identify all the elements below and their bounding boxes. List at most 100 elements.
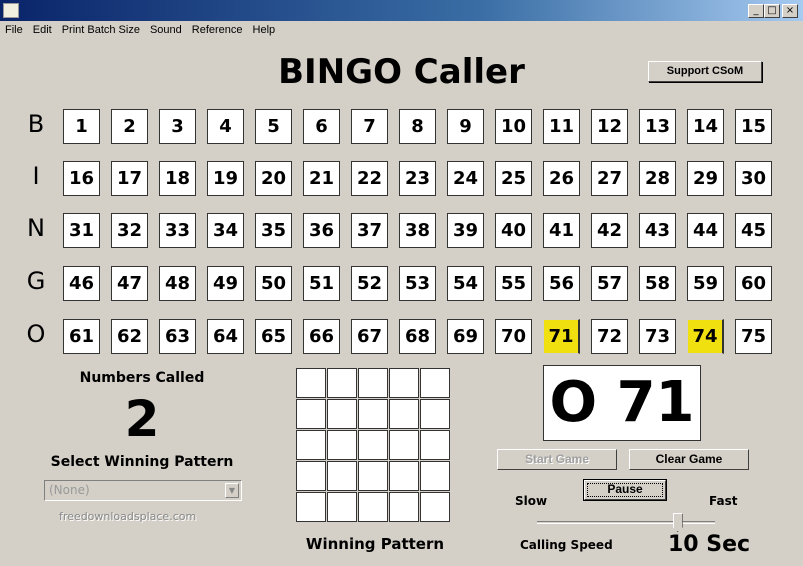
number-cell-67: 67 bbox=[351, 319, 388, 354]
number-cell-31: 31 bbox=[63, 213, 100, 248]
number-cell-52: 52 bbox=[351, 266, 388, 301]
number-cell-33: 33 bbox=[159, 213, 196, 248]
menu-reference[interactable]: Reference bbox=[187, 21, 248, 40]
pattern-cell[interactable] bbox=[420, 368, 450, 398]
number-cell-16: 16 bbox=[63, 161, 100, 196]
number-cell-59: 59 bbox=[687, 266, 724, 301]
letter-i: I bbox=[32, 162, 40, 190]
number-cell-70: 70 bbox=[495, 319, 532, 354]
number-cell-26: 26 bbox=[543, 161, 580, 196]
number-cell-10: 10 bbox=[495, 109, 532, 144]
pattern-cell[interactable] bbox=[296, 430, 326, 460]
number-cell-30: 30 bbox=[735, 161, 772, 196]
number-cell-20: 20 bbox=[255, 161, 292, 196]
number-cell-9: 9 bbox=[447, 109, 484, 144]
winning-pattern-label: Winning Pattern bbox=[305, 535, 445, 553]
number-cell-44: 44 bbox=[687, 213, 724, 248]
pattern-cell[interactable] bbox=[389, 430, 419, 460]
number-cell-13: 13 bbox=[639, 109, 676, 144]
minimize-button[interactable]: _ bbox=[748, 4, 764, 18]
pattern-cell[interactable] bbox=[296, 492, 326, 522]
pattern-cell[interactable] bbox=[358, 492, 388, 522]
number-cell-28: 28 bbox=[639, 161, 676, 196]
pattern-cell[interactable] bbox=[296, 399, 326, 429]
number-cell-29: 29 bbox=[687, 161, 724, 196]
number-cell-22: 22 bbox=[351, 161, 388, 196]
speed-value: 10 Sec bbox=[668, 532, 751, 557]
number-cell-8: 8 bbox=[399, 109, 436, 144]
pattern-cell[interactable] bbox=[358, 461, 388, 491]
pattern-cell[interactable] bbox=[327, 368, 357, 398]
pattern-cell[interactable] bbox=[358, 399, 388, 429]
number-cell-43: 43 bbox=[639, 213, 676, 248]
pattern-cell[interactable] bbox=[327, 399, 357, 429]
number-cell-53: 53 bbox=[399, 266, 436, 301]
pattern-cell[interactable] bbox=[327, 430, 357, 460]
watermark: freedownloadsplace.com bbox=[59, 510, 197, 523]
number-cell-46: 46 bbox=[63, 266, 100, 301]
number-cell-68: 68 bbox=[399, 319, 436, 354]
number-cell-5: 5 bbox=[255, 109, 292, 144]
speed-slider-thumb[interactable] bbox=[672, 513, 683, 532]
pattern-cell[interactable] bbox=[389, 368, 419, 398]
close-button[interactable]: × bbox=[782, 4, 798, 18]
number-cell-71: 71 bbox=[543, 319, 580, 354]
chevron-down-icon[interactable]: ▼ bbox=[225, 483, 239, 498]
number-cell-66: 66 bbox=[303, 319, 340, 354]
number-cell-3: 3 bbox=[159, 109, 196, 144]
number-cell-51: 51 bbox=[303, 266, 340, 301]
menu-help[interactable]: Help bbox=[248, 21, 281, 40]
menu-file[interactable]: File bbox=[0, 21, 28, 40]
pattern-grid bbox=[296, 368, 451, 523]
pattern-cell[interactable] bbox=[358, 368, 388, 398]
start-game-button[interactable]: Start Game bbox=[497, 449, 617, 470]
fast-label: Fast bbox=[709, 494, 738, 508]
number-cell-55: 55 bbox=[495, 266, 532, 301]
number-cell-54: 54 bbox=[447, 266, 484, 301]
letter-b: B bbox=[27, 110, 45, 138]
pattern-select[interactable]: (None) ▼ bbox=[44, 480, 242, 501]
title-bar: _ □ × bbox=[0, 0, 803, 21]
pattern-cell[interactable] bbox=[389, 461, 419, 491]
menu-sound[interactable]: Sound bbox=[145, 21, 187, 40]
pattern-cell[interactable] bbox=[327, 461, 357, 491]
letter-n: N bbox=[27, 214, 45, 242]
pause-button[interactable]: Pause bbox=[584, 480, 666, 500]
number-cell-73: 73 bbox=[639, 319, 676, 354]
number-cell-36: 36 bbox=[303, 213, 340, 248]
menu-print-batch-size[interactable]: Print Batch Size bbox=[57, 21, 145, 40]
number-cell-50: 50 bbox=[255, 266, 292, 301]
number-cell-35: 35 bbox=[255, 213, 292, 248]
speed-slider-track[interactable] bbox=[537, 521, 715, 524]
pattern-cell[interactable] bbox=[420, 492, 450, 522]
clear-game-button[interactable]: Clear Game bbox=[629, 449, 749, 470]
number-cell-4: 4 bbox=[207, 109, 244, 144]
number-cell-75: 75 bbox=[735, 319, 772, 354]
numbers-called-label: Numbers Called bbox=[79, 370, 205, 386]
number-cell-42: 42 bbox=[591, 213, 628, 248]
number-cell-69: 69 bbox=[447, 319, 484, 354]
support-button[interactable]: Support CSoM bbox=[648, 61, 762, 82]
number-cell-18: 18 bbox=[159, 161, 196, 196]
pattern-cell[interactable] bbox=[420, 461, 450, 491]
letter-o: O bbox=[26, 320, 46, 348]
menu-edit[interactable]: Edit bbox=[28, 21, 57, 40]
pattern-cell[interactable] bbox=[358, 430, 388, 460]
number-cell-19: 19 bbox=[207, 161, 244, 196]
pattern-cell[interactable] bbox=[389, 399, 419, 429]
number-cell-38: 38 bbox=[399, 213, 436, 248]
number-cell-15: 15 bbox=[735, 109, 772, 144]
number-cell-72: 72 bbox=[591, 319, 628, 354]
pattern-cell[interactable] bbox=[296, 368, 326, 398]
number-cell-25: 25 bbox=[495, 161, 532, 196]
number-cell-49: 49 bbox=[207, 266, 244, 301]
pattern-cell[interactable] bbox=[420, 430, 450, 460]
number-cell-65: 65 bbox=[255, 319, 292, 354]
pattern-cell[interactable] bbox=[327, 492, 357, 522]
number-cell-21: 21 bbox=[303, 161, 340, 196]
pattern-cell[interactable] bbox=[296, 461, 326, 491]
number-cell-60: 60 bbox=[735, 266, 772, 301]
maximize-button[interactable]: □ bbox=[764, 4, 780, 18]
pattern-cell[interactable] bbox=[389, 492, 419, 522]
pattern-cell[interactable] bbox=[420, 399, 450, 429]
